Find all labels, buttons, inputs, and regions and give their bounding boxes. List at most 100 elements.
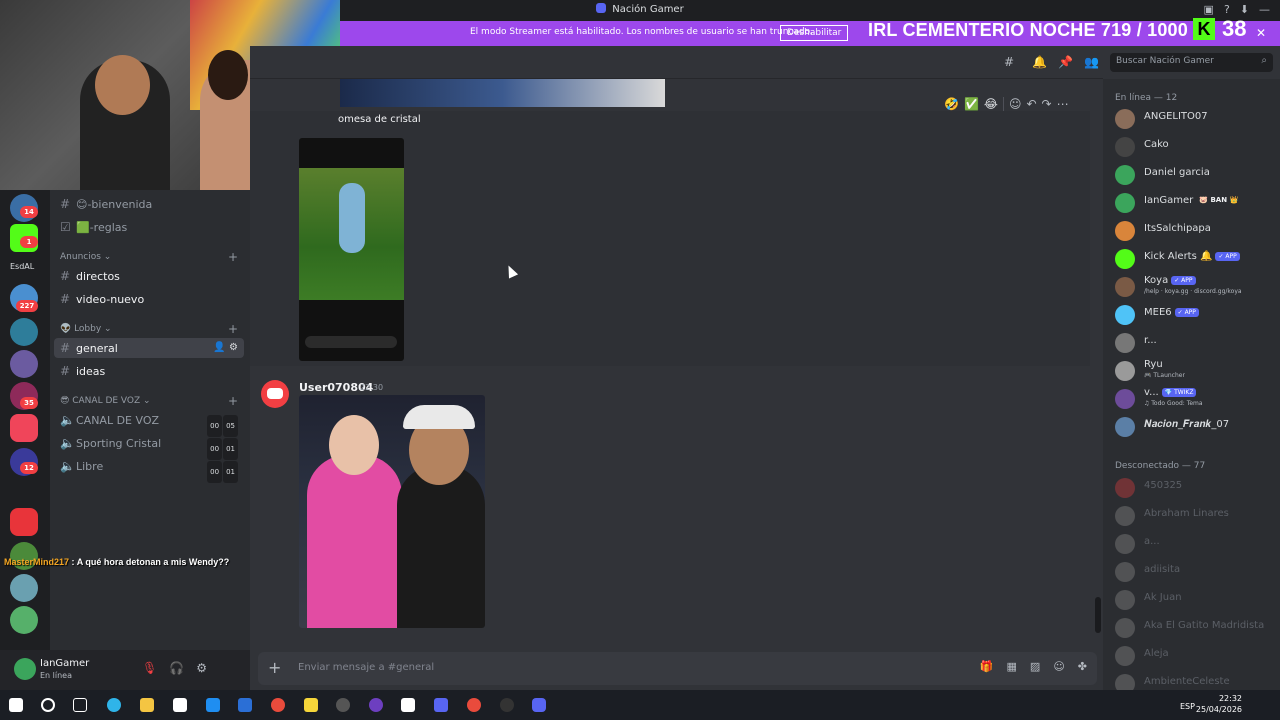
chrome-icon[interactable] (271, 698, 285, 712)
member-item[interactable]: Abraham Linares (1115, 504, 1275, 530)
clock[interactable]: 22:32 25/04/2026 (1196, 693, 1242, 715)
language-indicator[interactable]: ESP (1180, 702, 1195, 711)
voice-channel[interactable]: 🔈Sporting Cristal 00 01 (54, 433, 244, 460)
server-icon[interactable] (10, 414, 38, 442)
message-composer[interactable]: + Enviar mensaje a #general 🎁 ▦ ▨ ☺ ✤ (258, 652, 1097, 685)
member-item[interactable]: Ryu 🎮 TLauncher (1115, 359, 1275, 385)
close-icon[interactable]: ✕ (1256, 26, 1266, 40)
channel-reglas[interactable]: ☑ 🟩-reglas (54, 217, 244, 237)
sticker-icon[interactable]: ▨ (1030, 660, 1040, 673)
member-item[interactable]: 450325 (1115, 476, 1275, 502)
attach-plus-icon[interactable]: + (268, 658, 281, 677)
photo-person-left (307, 455, 402, 628)
help-icon[interactable]: ? (1224, 3, 1230, 16)
emoji-icon[interactable]: ☺ (1053, 660, 1064, 673)
channel-directos[interactable]: # directos (54, 266, 244, 286)
voice-channel[interactable]: 🔈Libre 00 01 (54, 456, 244, 483)
media-player-icon[interactable] (336, 698, 350, 712)
windows-start-icon[interactable] (9, 698, 23, 712)
member-item[interactable]: Cako (1115, 135, 1275, 161)
search-icon[interactable] (41, 698, 55, 712)
sticky-notes-icon[interactable] (304, 698, 318, 712)
member-list-icon[interactable]: 👥 (1084, 55, 1099, 69)
member-item[interactable]: r... (1115, 331, 1275, 357)
headset-icon[interactable]: 🎧 (169, 661, 184, 675)
reaction-emoji[interactable]: 🤣 (944, 97, 959, 111)
settings-gear-icon[interactable]: ⚙ (196, 661, 207, 675)
search-input[interactable]: Buscar Nación Gamer ⌕ (1110, 53, 1273, 72)
member-item[interactable]: Aka El Gatito Madridista (1115, 616, 1275, 642)
channel-general[interactable]: # general 👤 ⚙ (54, 338, 244, 358)
bell-icon[interactable]: 🔔 (1032, 55, 1047, 69)
app-icon[interactable] (434, 698, 448, 712)
mic-muted-icon[interactable]: 🎙 (142, 661, 157, 675)
add-channel-icon[interactable]: + (228, 250, 238, 264)
disable-streamer-button[interactable]: Deshabilitar (780, 25, 849, 41)
store-icon[interactable] (173, 698, 187, 712)
channel-video-nuevo[interactable]: # video-nuevo (54, 289, 244, 309)
server-icon[interactable] (10, 318, 38, 346)
gif-icon[interactable]: ▦ (1007, 660, 1017, 673)
voice-channel[interactable]: 🔈CANAL DE VOZ 00 05 (54, 410, 244, 437)
add-channel-icon[interactable]: + (228, 394, 238, 408)
server-label[interactable]: EsdAL (10, 262, 34, 271)
mail-icon[interactable] (238, 698, 252, 712)
member-item[interactable]: 𝑵𝒂𝒄𝒊𝒐𝒏_𝑭𝒓𝒂𝒏𝒌_07 (1115, 415, 1275, 441)
member-item[interactable]: Kick Alerts 🔔 ✓ APP (1115, 247, 1275, 273)
taskbar (0, 690, 1280, 720)
category-lobby[interactable]: 👽 Lobby ⌄ + (60, 322, 238, 336)
threads-icon[interactable]: # (1004, 55, 1014, 69)
member-item[interactable]: ANGELITO07 (1115, 107, 1275, 133)
avatar[interactable] (261, 380, 289, 408)
reaction-emoji[interactable]: 😂 (984, 97, 998, 111)
member-item[interactable]: Daniel garcia (1115, 163, 1275, 189)
download-icon[interactable]: ⬇ (1240, 3, 1249, 16)
message-image-attachment[interactable] (340, 79, 665, 107)
server-icon[interactable] (10, 606, 38, 634)
photo-image-attachment[interactable] (299, 395, 485, 628)
channel-ideas[interactable]: # ideas (54, 361, 244, 381)
member-item[interactable]: adiisita (1115, 560, 1275, 586)
member-item[interactable]: Ak Juan (1115, 588, 1275, 614)
category-anuncios[interactable]: Anuncios ⌄ + (60, 250, 238, 264)
app-icon[interactable] (369, 698, 383, 712)
discord-icon[interactable] (532, 698, 546, 712)
member-name-text: Daniel garcia (1144, 167, 1210, 178)
task-view-icon[interactable] (73, 698, 87, 712)
channel-settings-icons[interactable]: 👤 ⚙ (213, 338, 238, 358)
member-item[interactable]: a... (1115, 532, 1275, 558)
add-reaction-icon[interactable]: ☺ (1009, 97, 1022, 111)
add-channel-icon[interactable]: + (228, 322, 238, 336)
inbox-icon[interactable]: ▣ (1204, 3, 1214, 16)
minimize-icon[interactable]: — (1259, 3, 1270, 16)
gift-icon[interactable]: 🎁 (980, 660, 994, 673)
explorer-icon[interactable] (140, 698, 154, 712)
more-options-icon[interactable]: ⋯ (1057, 97, 1069, 111)
chrome-icon[interactable] (467, 698, 481, 712)
reaction-emoji[interactable]: ✅ (964, 97, 979, 111)
avatar[interactable] (14, 658, 36, 680)
member-item[interactable]: Koya ✓ APP/help · koya.gg · discord.gg/ko… (1115, 275, 1275, 301)
screenshot-image-attachment[interactable] (299, 138, 404, 361)
pin-icon[interactable]: 📌 (1058, 55, 1073, 69)
forward-icon[interactable]: ↷ (1042, 97, 1052, 111)
apps-icon[interactable]: ✤ (1078, 660, 1087, 673)
play-store-icon[interactable] (206, 698, 220, 712)
edge-icon[interactable] (107, 698, 121, 712)
server-icon[interactable] (10, 508, 38, 536)
member-item[interactable]: Aleja (1115, 644, 1275, 670)
server-icon[interactable] (10, 350, 38, 378)
app-icon[interactable] (401, 698, 415, 712)
reply-icon[interactable]: ↶ (1026, 97, 1036, 111)
member-item[interactable]: IanGamer 🐷 BAN 👑 (1115, 191, 1275, 217)
server-icon[interactable] (10, 574, 38, 602)
scrollbar[interactable] (1095, 597, 1101, 633)
category-canal-de-voz[interactable]: 😎 CANAL DE VOZ ⌄ + (60, 394, 238, 408)
obs-icon[interactable] (500, 698, 514, 712)
member-item[interactable]: v... 💎 TWIKZ ♫ Todo Good: Tema (1115, 387, 1275, 413)
message-text: omesa de cristal (338, 114, 421, 125)
member-name-text: AmbienteCeleste (1144, 676, 1230, 687)
member-item[interactable]: ItsSalchipapa (1115, 219, 1275, 245)
channel-bienvenida[interactable]: # 😊-bienvenida (54, 194, 244, 214)
member-item[interactable]: MEE6 ✓ APP (1115, 303, 1275, 329)
